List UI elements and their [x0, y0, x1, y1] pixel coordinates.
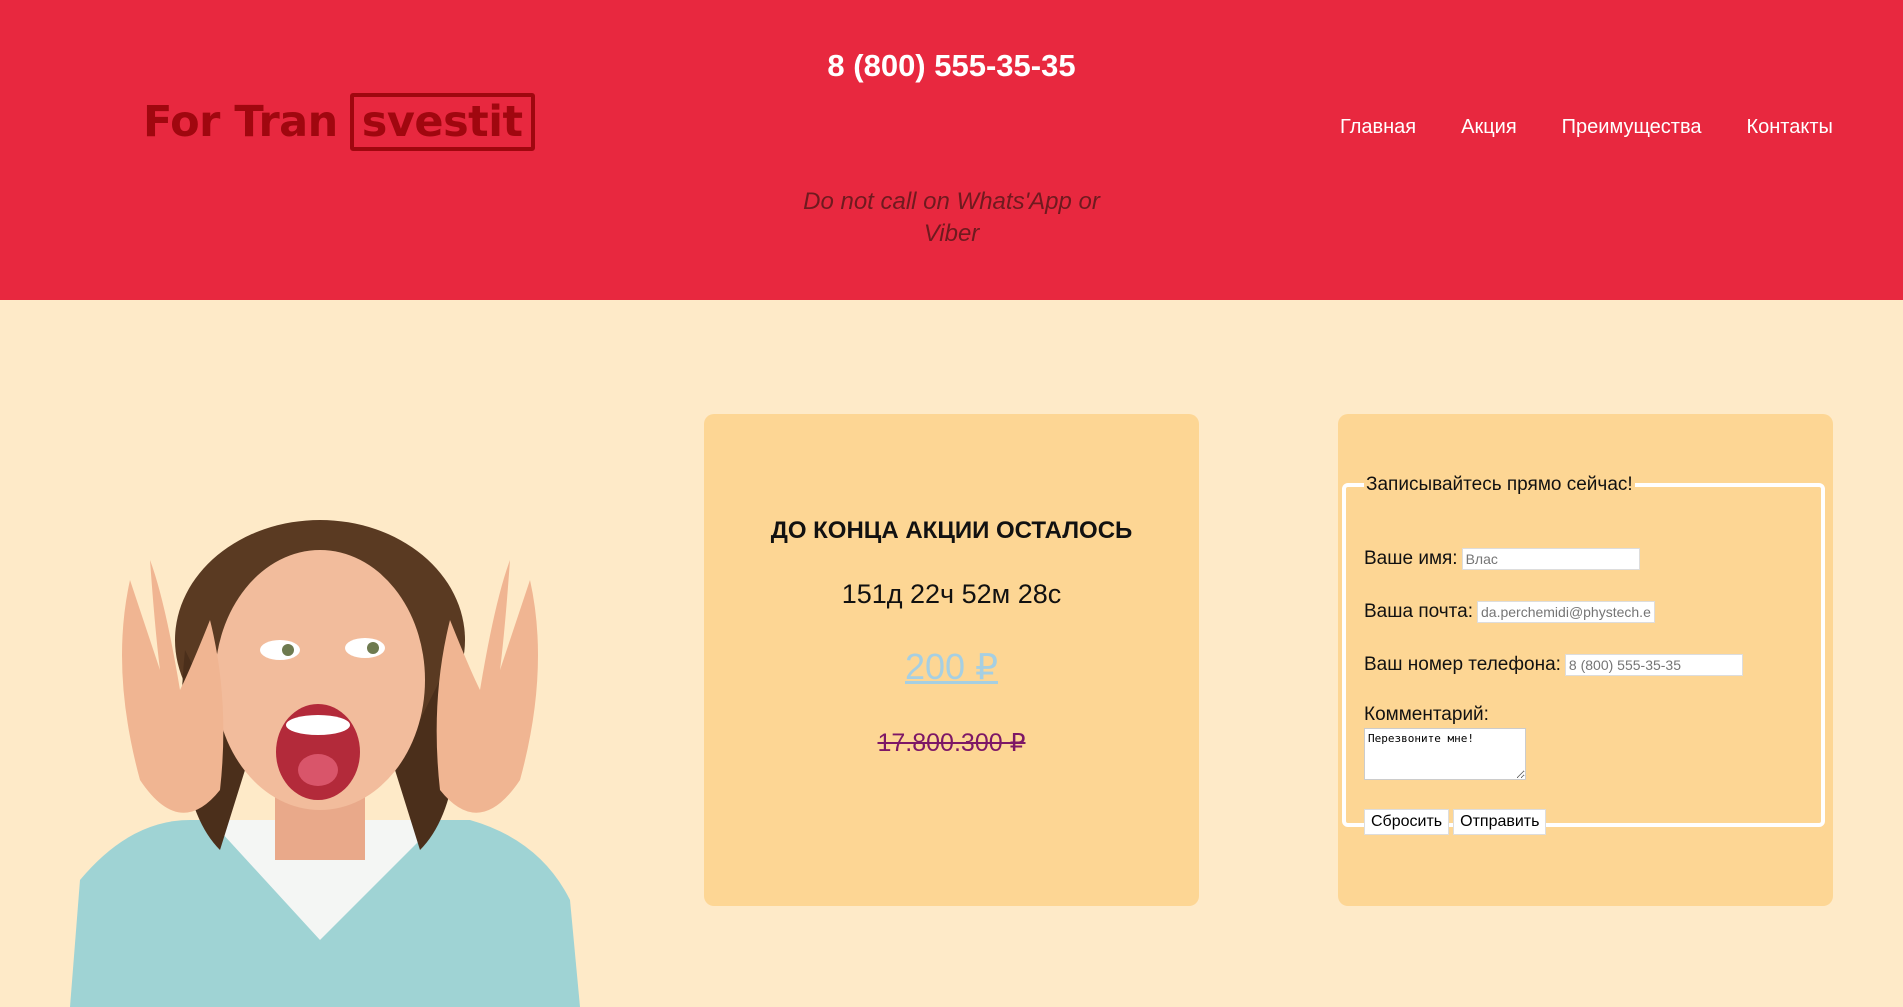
name-input[interactable] — [1461, 548, 1640, 570]
site-header: For Tran svestit 8 (800) 555-35-35 Do no… — [0, 0, 1903, 300]
nav-item-home[interactable]: Главная — [1340, 116, 1416, 139]
header-note: Do not call on Whats'App or Viber — [803, 188, 1100, 247]
nav-item-promo[interactable]: Акция — [1461, 116, 1517, 139]
logo-box-text: svestit — [349, 93, 535, 151]
signup-form: Записывайтесь прямо сейчас! Ваше имя: Ва… — [1342, 474, 1825, 835]
form-buttons: Сбросить Отправить — [1364, 809, 1547, 835]
reset-button[interactable]: Сбросить — [1364, 809, 1450, 835]
name-row: Ваше имя: — [1364, 548, 1640, 570]
submit-button[interactable]: Отправить — [1453, 809, 1547, 835]
promo-title: ДО КОНЦА АКЦИИ ОСТАЛОСЬ — [770, 517, 1133, 544]
site-logo[interactable]: For Tran svestit — [143, 92, 535, 152]
email-input[interactable] — [1477, 601, 1655, 623]
phone-input[interactable] — [1564, 654, 1743, 676]
countdown-timer: 151д 22ч 52м 28с — [841, 579, 1062, 609]
name-label: Ваше имя: — [1364, 548, 1458, 569]
email-label: Ваша почта: — [1364, 601, 1473, 622]
nav-item-contacts[interactable]: Контакты — [1746, 116, 1832, 139]
comment-label: Комментарий: — [1364, 704, 1489, 725]
signup-form-card: Записывайтесь прямо сейчас! Ваше имя: Ва… — [1338, 414, 1833, 906]
new-price[interactable]: 200 ₽ — [704, 646, 1199, 688]
header-phone[interactable]: 8 (800) 555-35-35 — [700, 48, 1203, 84]
form-legend: Записывайтесь прямо сейчас! — [1366, 474, 1633, 495]
phone-row: Ваш номер телефона: — [1364, 654, 1743, 676]
comment-textarea[interactable]: Перезвоните мне! — [1364, 728, 1526, 780]
screaming-woman-image — [70, 520, 580, 1007]
logo-text: For Tran — [143, 97, 338, 147]
nav-item-advantages[interactable]: Преимущества — [1562, 116, 1702, 139]
email-row: Ваша почта: — [1364, 601, 1655, 623]
phone-label: Ваш номер телефона: — [1364, 654, 1561, 675]
main-nav: Главная Акция Преимущества Контакты — [1340, 116, 1833, 139]
promo-card: ДО КОНЦА АКЦИИ ОСТАЛОСЬ 151д 22ч 52м 28с… — [704, 414, 1199, 906]
old-price: 17.800.300 ₽ — [877, 729, 1026, 757]
